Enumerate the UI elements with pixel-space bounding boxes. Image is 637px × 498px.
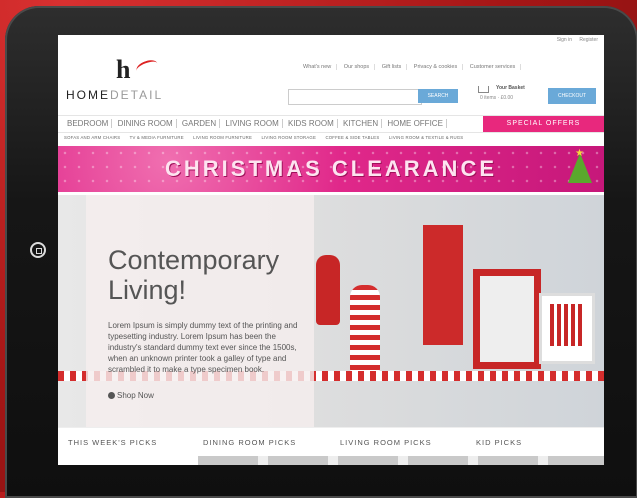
checkout-button[interactable]: CHECKOUT (548, 88, 596, 104)
register-link[interactable]: Register (579, 37, 598, 43)
logo-h-icon: h (116, 55, 131, 84)
main-nav: BEDROOM DINING ROOM GARDEN LIVING ROOM K… (58, 115, 604, 133)
site-logo[interactable]: h HOMEDETAIL (66, 53, 186, 103)
hero-heading: Contemporary Living! (108, 245, 280, 305)
red-vase-image (316, 255, 340, 325)
special-offers-tab[interactable]: SPECIAL OFFERS (483, 116, 604, 132)
header-link-privacy[interactable]: Privacy & cookies (413, 64, 464, 70)
search-button[interactable]: SEARCH (418, 89, 458, 103)
nav-kids-room[interactable]: KIDS ROOM (284, 119, 338, 128)
home-button-icon[interactable] (30, 242, 46, 258)
subnav-item[interactable]: LIVING ROOM STORAGE (261, 135, 316, 140)
basket-summary[interactable]: Your Basket 0 items · £0.00 (474, 84, 544, 104)
striped-frame-image (539, 293, 595, 364)
banner-title: CHRISTMAS CLEARANCE (165, 156, 497, 181)
living-room-picks-tab[interactable]: LIVING ROOM PICKS (340, 438, 432, 447)
nav-kitchen[interactable]: KITCHEN (339, 119, 383, 128)
shop-now-link[interactable]: Shop Now (108, 391, 154, 400)
basket-status: 0 items · £0.00 (480, 95, 514, 101)
nav-home-office[interactable]: HOME OFFICE (384, 119, 447, 128)
christmas-banner[interactable]: CHRISTMAS CLEARANCE (58, 146, 604, 192)
header-link-whats-new[interactable]: What's new (303, 64, 338, 70)
nav-dining-room[interactable]: DINING ROOM (114, 119, 177, 128)
play-icon (108, 392, 115, 399)
hero-body: Lorem Ipsum is simply dummy text of the … (108, 321, 298, 374)
cart-icon (478, 86, 489, 93)
basket-title: Your Basket (496, 85, 525, 91)
header-link-gift-lists[interactable]: Gift lists (381, 64, 408, 70)
nav-garden[interactable]: GARDEN (178, 119, 221, 128)
top-links: Sign in Register (551, 37, 598, 43)
search-input[interactable] (288, 89, 422, 105)
header-links: What's new Our shops Gift lists Privacy … (303, 64, 526, 70)
logo-wordmark: HOMEDETAIL (66, 88, 164, 102)
picks-thumbnails[interactable] (198, 456, 604, 465)
subnav-item[interactable]: LIVING ROOM & TEXTILE & RUGS (389, 135, 464, 140)
sub-nav: SOFAS AND ARM CHAIRS TV & MEDIA FURNITUR… (64, 135, 471, 140)
this-weeks-picks-heading: THIS WEEK'S PICKS (68, 438, 158, 447)
star-icon: ★ (575, 148, 584, 159)
subnav-item[interactable]: LIVING ROOM FURNITURE (193, 135, 252, 140)
header-link-customer-services[interactable]: Customer services (469, 64, 522, 70)
tablet-screen: Sign in Register h HOMEDETAIL What's new… (58, 35, 604, 465)
red-frame-image (473, 269, 541, 369)
header-link-our-shops[interactable]: Our shops (343, 64, 376, 70)
nav-living-room[interactable]: LIVING ROOM (222, 119, 283, 128)
subnav-item[interactable]: SOFAS AND ARM CHAIRS (64, 135, 120, 140)
striped-bottle-image (350, 285, 380, 371)
logo-swoosh-icon (134, 57, 160, 77)
hero-section: Contemporary Living! Lorem Ipsum is simpl… (58, 195, 604, 427)
sign-in-link[interactable]: Sign in (557, 37, 572, 43)
red-ornament-image (423, 225, 463, 345)
nav-bedroom[interactable]: BEDROOM (64, 119, 113, 128)
kid-picks-tab[interactable]: KID PICKS (476, 438, 522, 447)
subnav-item[interactable]: TV & MEDIA FURNITURE (130, 135, 184, 140)
subnav-item[interactable]: COFFEE & SIDE TABLES (325, 135, 379, 140)
dining-room-picks-tab[interactable]: DINING ROOM PICKS (203, 438, 296, 447)
